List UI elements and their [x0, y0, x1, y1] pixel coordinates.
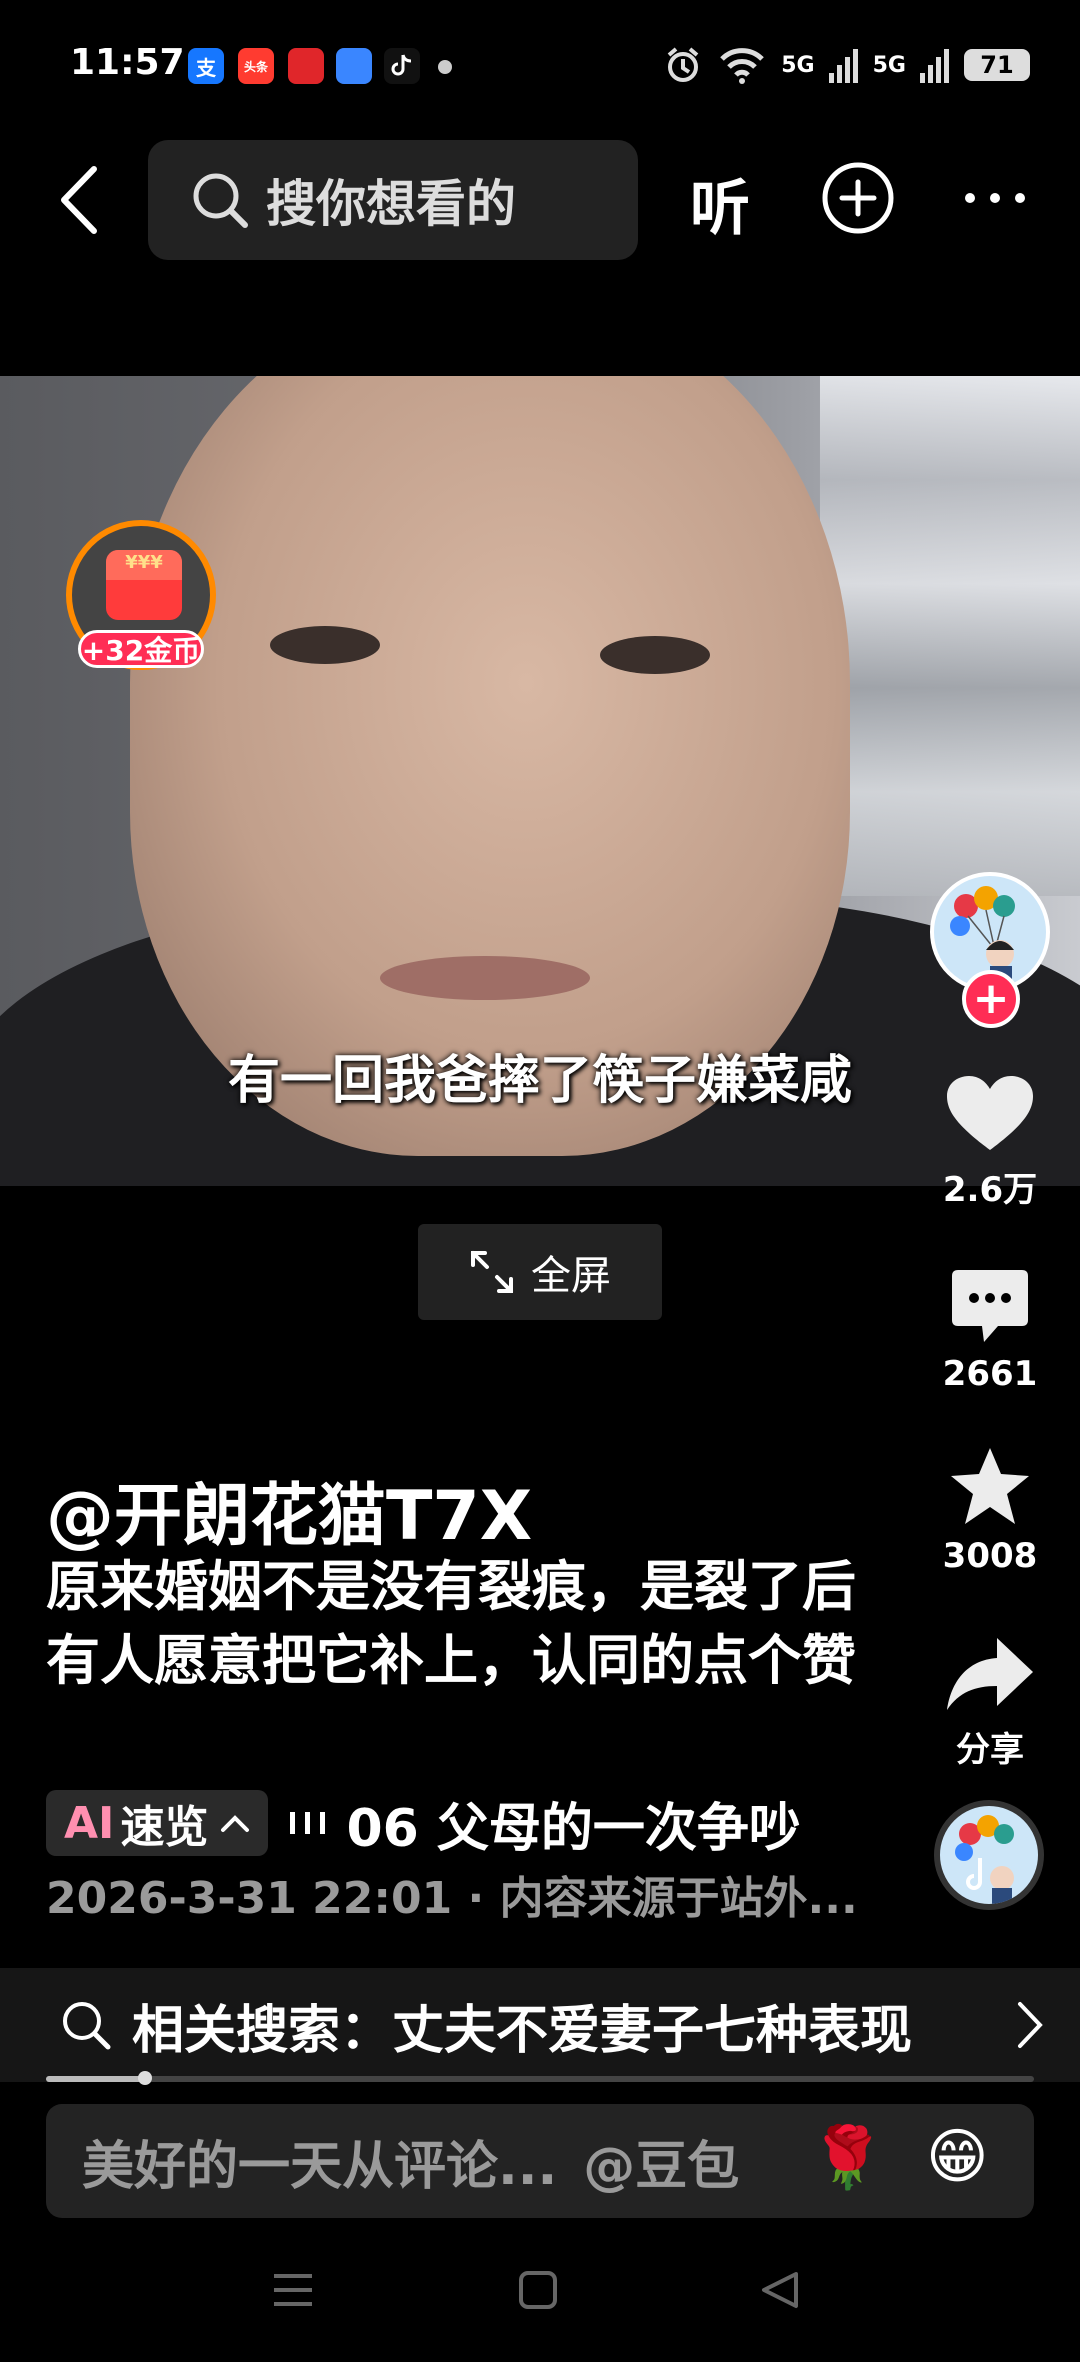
background-shelf — [820, 376, 1080, 896]
video-progress-fill — [46, 2076, 145, 2082]
playlist-icon — [290, 1812, 326, 1834]
status-indicators: 5G 5G 71 — [663, 40, 1030, 90]
fullscreen-button[interactable]: 全屏 — [418, 1224, 662, 1320]
plus-circle-icon — [822, 162, 894, 234]
search-placeholder: 搜你想看的 — [266, 175, 516, 233]
share-label: 分享 — [956, 1730, 1024, 1770]
post-caption: 原来婚姻不是没有裂痕，是裂了后有人愿意把它补上，认同的点个赞 — [46, 1555, 856, 1692]
mouth — [380, 956, 590, 1000]
alipay-app-icon: 支 — [188, 48, 224, 84]
playlist-title[interactable]: 06 父母的一次争吵 — [346, 1786, 800, 1861]
ai-summary-button[interactable]: AI 速览 — [46, 1790, 269, 1856]
share-arrow-icon — [947, 1638, 1033, 1710]
mention-doubao-button[interactable]: @豆包 — [583, 2124, 739, 2199]
coin-reward-badge[interactable]: ¥¥¥ +32金币 — [66, 520, 216, 670]
more-notifications-dot — [438, 60, 452, 74]
tiktok-app-icon — [384, 48, 420, 84]
back-button[interactable] — [48, 160, 108, 240]
home-nav-icon[interactable] — [518, 2270, 558, 2310]
eye-left — [270, 626, 380, 664]
related-search-label: 相关搜索：丈夫不爱妻子七种表现 — [132, 2000, 913, 2061]
favorite-button[interactable]: 3008 — [920, 1444, 1060, 1576]
favorite-count: 3008 — [942, 1536, 1038, 1576]
follow-button[interactable]: + — [962, 970, 1020, 1028]
back-nav-icon[interactable] — [760, 2270, 800, 2310]
signal-2-label: 5G — [872, 52, 906, 78]
eye-right — [600, 636, 710, 674]
alarm-icon — [667, 47, 699, 82]
battery-indicator: 71 — [964, 49, 1030, 81]
penguin-app-icon — [288, 48, 324, 84]
comment-input[interactable]: 美好的一天从评论... @豆包 🌹 😁 — [46, 2104, 1034, 2218]
expand-icon — [471, 1251, 513, 1293]
search-icon — [193, 173, 248, 228]
coin-reward-label: +32金币 — [78, 630, 204, 668]
video-subtitle: 有一回我爸摔了筷子嫌菜咸 — [227, 1051, 852, 1111]
blue-app-icon — [336, 48, 372, 84]
grin-emoji-button[interactable]: 😁 — [926, 2122, 989, 2192]
ai-summary-row: AI 速览 06 父母的一次争吵 — [46, 1786, 801, 1861]
ai-tag: AI — [64, 1797, 115, 1849]
signal-2-icon — [920, 49, 949, 83]
more-options-button[interactable] — [960, 178, 1030, 218]
video-progress-knob[interactable] — [137, 2071, 152, 2085]
signal-1-icon — [828, 49, 858, 83]
wifi-icon — [720, 48, 765, 84]
red-envelope-icon: ¥¥¥ — [106, 550, 182, 620]
menu-nav-icon[interactable] — [272, 2270, 314, 2310]
share-button[interactable]: 分享 — [920, 1634, 1060, 1771]
music-disc-illustration — [955, 1815, 1014, 1904]
comment-placeholder: 美好的一天从评论... — [82, 2136, 558, 2197]
rose-emoji-button[interactable]: 🌹 — [810, 2122, 885, 2193]
related-search-bar[interactable]: 相关搜索：丈夫不爱妻子七种表现 — [0, 1968, 1080, 2082]
chevron-left-icon — [61, 166, 97, 234]
chevron-right-icon — [1018, 2002, 1043, 2048]
signal-1-label: 5G — [781, 52, 815, 78]
like-button[interactable]: 2.6万 — [920, 1074, 1060, 1211]
more-dots-icon — [965, 193, 1025, 203]
toutiao-app-icon: 头条 — [238, 48, 274, 84]
comment-count: 2661 — [942, 1354, 1038, 1394]
chevron-up-icon — [221, 1815, 250, 1832]
comment-icon — [952, 1270, 1028, 1342]
music-disc[interactable] — [934, 1800, 1044, 1910]
search-icon — [63, 2002, 111, 2050]
star-icon — [951, 1448, 1029, 1524]
author-name[interactable]: @开朗花猫T7X — [46, 1460, 532, 1559]
fullscreen-label: 全屏 — [531, 1253, 611, 1299]
search-input[interactable]: 搜你想看的 — [148, 140, 638, 260]
heart-icon — [947, 1076, 1033, 1150]
ai-summary-label: 速览 — [120, 1802, 209, 1853]
post-meta: 2026-3-31 22:01 · 内容来源于站外... — [46, 1873, 858, 1924]
plus-icon: + — [972, 973, 1010, 1024]
video-progress-track[interactable] — [46, 2076, 1034, 2082]
comment-button[interactable]: 2661 — [920, 1266, 1060, 1394]
video-subject-face — [130, 376, 850, 1156]
like-count: 2.6万 — [942, 1170, 1038, 1210]
status-time: 11:57 — [70, 42, 185, 83]
listen-button[interactable]: 听 — [690, 160, 750, 247]
status-bar: 11:57 支 头条 5G 5G 71 — [0, 0, 1080, 130]
add-button[interactable] — [820, 160, 896, 236]
